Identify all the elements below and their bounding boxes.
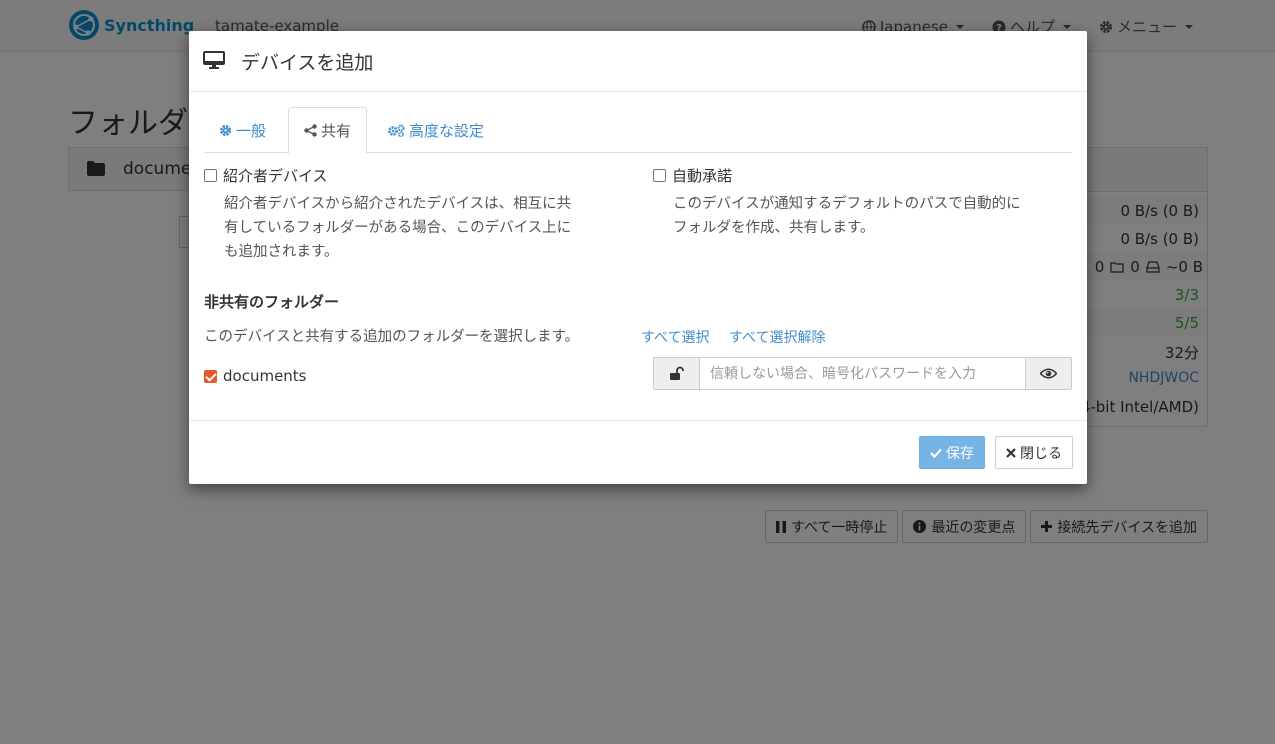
- close-label: 閉じる: [1020, 445, 1062, 462]
- auto-accept-label: 自動承諾: [672, 167, 733, 185]
- help-line: 有しているフォルダーがある場合、このデバイス上に: [224, 220, 572, 236]
- modal-tabs: 一般 共有 高度な設定: [204, 107, 1072, 154]
- save-label: 保存: [946, 445, 974, 462]
- auto-accept-checkbox[interactable]: [653, 169, 666, 182]
- tab-advanced-label: 高度な設定: [409, 121, 485, 140]
- select-all-link[interactable]: すべて選択: [641, 327, 709, 347]
- help-line: このデバイスが通知するデフォルトのパスで自動的に: [673, 196, 1021, 212]
- introducer-option[interactable]: 紹介者デバイス: [204, 165, 328, 186]
- show-password-button[interactable]: [1026, 357, 1072, 390]
- eye-icon: [1040, 368, 1057, 379]
- folder-option-documents[interactable]: documents: [204, 367, 307, 385]
- desktop-icon: [203, 51, 225, 69]
- introducer-checkbox[interactable]: [204, 169, 217, 182]
- encryption-password-group: [653, 357, 1072, 390]
- folder-checkbox-documents[interactable]: [204, 369, 217, 383]
- tab-general-label: 一般: [236, 121, 267, 140]
- introducer-label: 紹介者デバイス: [223, 167, 328, 185]
- deselect-all-link[interactable]: すべて選択解除: [729, 327, 825, 347]
- tab-sharing[interactable]: 共有: [288, 107, 368, 154]
- auto-accept-option[interactable]: 自動承諾: [653, 165, 732, 186]
- unlock-icon: [670, 366, 684, 380]
- gear-icon: [219, 124, 232, 136]
- modal-header: デバイスを追加: [189, 31, 1087, 92]
- tab-advanced[interactable]: 高度な設定: [373, 107, 499, 153]
- auto-accept-help: このデバイスが通知するデフォルトのパスで自動的に フォルダを作成、共有します。: [673, 192, 1021, 240]
- close-button[interactable]: 閉じる: [995, 436, 1073, 469]
- folder-label-documents: documents: [223, 367, 307, 385]
- cogs-icon: [388, 124, 405, 137]
- modal-footer: 保存 閉じる: [189, 420, 1087, 484]
- save-button[interactable]: 保存: [919, 436, 985, 469]
- unshared-folders-description: このデバイスと共有する追加のフォルダーを選択します。: [204, 329, 580, 345]
- introducer-help: 紹介者デバイスから紹介されたデバイスは、相互に共 有しているフォルダーがある場合…: [224, 192, 571, 264]
- share-icon: [304, 124, 317, 137]
- help-line: フォルダを作成、共有します。: [673, 220, 875, 236]
- add-device-dialog: デバイスを追加 一般 共有 高度な設定 紹介者デバイス 紹介者デバイスから紹介さ…: [189, 31, 1087, 484]
- unshared-folders-title: 非共有のフォルダー: [204, 293, 340, 311]
- encryption-password-input[interactable]: [699, 357, 1026, 390]
- check-icon: [930, 448, 942, 458]
- help-line: 紹介者デバイスから紹介されたデバイスは、相互に共: [224, 196, 572, 212]
- encryption-lock-toggle[interactable]: [653, 357, 699, 390]
- tab-sharing-label: 共有: [321, 122, 352, 140]
- close-icon: [1006, 447, 1016, 458]
- help-line: も追加されます。: [224, 244, 339, 260]
- tab-general[interactable]: 一般: [204, 107, 281, 153]
- modal-title: デバイスを追加: [241, 52, 374, 74]
